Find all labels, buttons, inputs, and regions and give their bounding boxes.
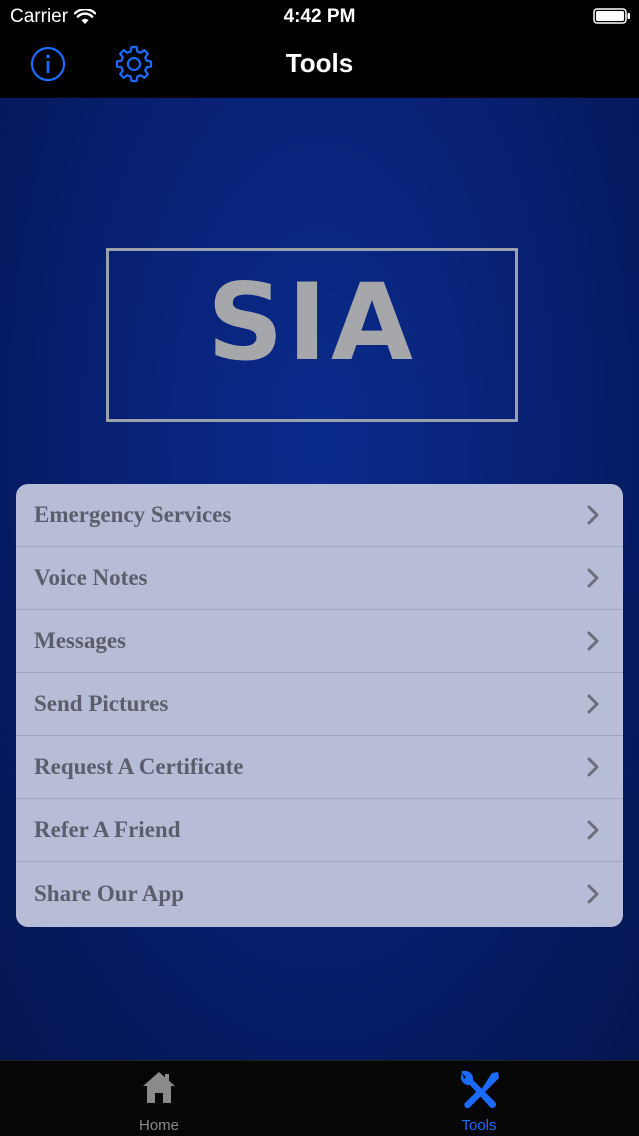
menu-item-send-pictures[interactable]: Send Pictures: [16, 673, 623, 736]
menu-item-request-certificate[interactable]: Request A Certificate: [16, 736, 623, 799]
chevron-right-icon: [587, 505, 599, 525]
home-icon: [143, 1072, 175, 1103]
menu-item-emergency-services[interactable]: Emergency Services: [16, 484, 623, 547]
menu-item-share-app[interactable]: Share Our App: [16, 862, 623, 926]
tab-label: Home: [138, 1117, 179, 1134]
navigation-bar: Tools: [0, 34, 639, 99]
tab-bar: Home Tools: [0, 1060, 639, 1136]
logo-text: SIA: [207, 261, 417, 384]
menu-item-label: Send Pictures: [34, 691, 169, 716]
menu-item-label: Refer A Friend: [34, 817, 181, 842]
chevron-right-icon: [587, 568, 599, 588]
tools-icon: [460, 1070, 499, 1109]
menu-item-voice-notes[interactable]: Voice Notes: [16, 547, 623, 610]
page-title: Tools: [285, 48, 354, 78]
menu-item-label: Emergency Services: [34, 502, 232, 527]
status-bar: Carrier 4:42 PM: [0, 0, 639, 34]
tab-home[interactable]: Home: [99, 1061, 219, 1136]
chevron-right-icon: [587, 820, 599, 840]
screen: Carrier 4:42 PM Tools SIA Emergency Serv…: [0, 0, 639, 1136]
chevron-right-icon: [587, 631, 599, 651]
menu-item-label: Voice Notes: [34, 565, 148, 590]
menu-item-label: Messages: [34, 628, 126, 653]
menu-item-messages[interactable]: Messages: [16, 610, 623, 673]
menu-item-label: Share Our App: [34, 881, 184, 906]
tools-menu: Emergency Services Voice Notes Messages …: [16, 484, 623, 927]
menu-item-label: Request A Certificate: [34, 754, 244, 779]
battery-icon: [593, 8, 630, 24]
menu-item-refer-friend[interactable]: Refer A Friend: [16, 799, 623, 862]
tab-label: Tools: [461, 1117, 497, 1134]
main-content: SIA Emergency Services Voice Notes Messa…: [0, 98, 639, 1060]
chevron-right-icon: [587, 694, 599, 714]
chevron-right-icon: [587, 884, 599, 904]
sia-logo: SIA: [106, 248, 518, 422]
chevron-right-icon: [587, 757, 599, 777]
status-time: 4:42 PM: [283, 6, 356, 27]
tab-tools[interactable]: Tools: [419, 1061, 539, 1136]
